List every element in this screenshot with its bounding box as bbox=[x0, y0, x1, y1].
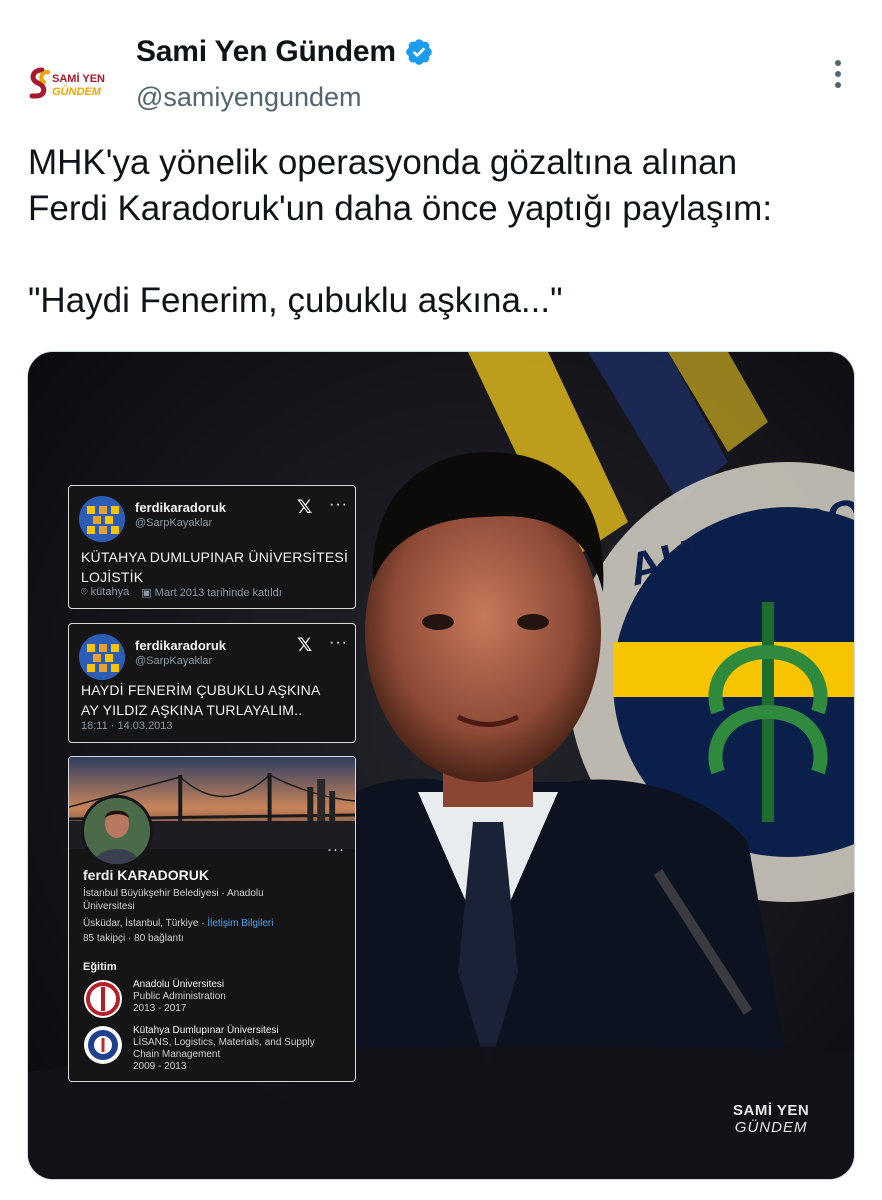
profile-location-row: Üsküdar, İstanbul, Türkiye · İletişim Bi… bbox=[83, 917, 273, 930]
connections-count: 80 bağlantı bbox=[134, 933, 184, 944]
education-heading: Eğitim bbox=[83, 961, 117, 973]
x-logo-icon: 𝕏 bbox=[297, 634, 313, 656]
followers-count: 85 takipçi bbox=[83, 933, 126, 944]
author-avatar[interactable]: SAMİ YEN GÜNDEM bbox=[22, 40, 114, 132]
education-text: Anadolu Üniversitesi Public Administrati… bbox=[133, 979, 226, 1015]
school-name: Anadolu Üniversitesi bbox=[133, 979, 225, 990]
more-vertical-icon-dot bbox=[835, 71, 841, 77]
contact-info-link: İletişim Bilgileri bbox=[207, 918, 274, 929]
card-more-icon: ··· bbox=[329, 634, 348, 651]
card-avatar bbox=[79, 496, 125, 542]
more-options-button[interactable] bbox=[818, 52, 858, 96]
watermark-line: SAMİ YEN bbox=[733, 1102, 810, 1119]
tweet-text-line: "Haydi Fenerim, çubuklu aşkına..." bbox=[28, 281, 563, 320]
tweet-media-image[interactable]: AHÇE SPOR ferdikaradoruk @SarpKayaklar 𝕏… bbox=[27, 351, 855, 1180]
name-row: Sami Yen Gündem bbox=[136, 32, 434, 72]
tweet-card-x: ferdikaradoruk @SarpKayaklar 𝕏 ··· HAYDİ… bbox=[68, 623, 356, 743]
verified-badge-icon bbox=[406, 39, 432, 65]
years-line: 2013 - 2017 bbox=[133, 1003, 187, 1014]
school-name: Kütahya Dumlupınar Üniversitesi bbox=[133, 1025, 279, 1036]
dumlupinar-university-logo-icon bbox=[84, 1026, 122, 1064]
profile-location: Üsküdar, İstanbul, Türkiye · bbox=[83, 918, 205, 929]
card-tweet-line: AY YILDIZ AŞKINA TURLAYALIM.. bbox=[81, 702, 303, 718]
profile-photo bbox=[81, 795, 153, 867]
linkedin-profile-card: ··· ferdi KARADORUK İstanbul Büyükşehir … bbox=[68, 756, 356, 1082]
anadolu-university-logo-icon bbox=[84, 980, 122, 1018]
x-logo-icon: 𝕏 bbox=[297, 496, 313, 518]
profile-headline: İstanbul Büyükşehir Belediyesi · Anadolu bbox=[83, 888, 264, 899]
years-line: 2009 - 2013 bbox=[133, 1061, 187, 1072]
calendar-icon: ▣ bbox=[141, 587, 152, 599]
education-item: Anadolu Üniversitesi Public Administrati… bbox=[83, 979, 343, 1023]
profile-headline-2: Üniversitesi bbox=[83, 901, 135, 912]
more-vertical-icon-dot bbox=[835, 82, 841, 88]
card-bio-line: LOJİSTİK bbox=[81, 569, 144, 585]
author-name[interactable]: Sami Yen Gündem bbox=[136, 35, 396, 69]
profile-name: ferdi KARADORUK bbox=[83, 867, 209, 883]
card-timestamp: 18:11 · 14.03.2013 bbox=[81, 720, 173, 732]
location-pin-icon: ⌾ bbox=[81, 586, 88, 598]
card-location: kütahya bbox=[90, 586, 130, 598]
watermark-line: GÜNDEM bbox=[734, 1119, 808, 1136]
more-vertical-icon bbox=[835, 60, 841, 66]
card-avatar bbox=[79, 634, 125, 680]
profile-stats: 85 takipçi · 80 bağlantı bbox=[83, 933, 184, 944]
card-username: ferdikaradoruk bbox=[135, 500, 227, 515]
tweet-text-line: MHK'ya yönelik operasyonda gözaltına alı… bbox=[28, 143, 738, 182]
profile-card-x: ferdikaradoruk @SarpKayaklar 𝕏 ··· KÜTAH… bbox=[68, 485, 356, 609]
card-handle: @SarpKayaklar bbox=[135, 517, 213, 529]
degree-line: LİSANS, Logistics, Materials, and Supply bbox=[133, 1037, 315, 1048]
profile-more-icon: ··· bbox=[327, 841, 345, 858]
card-username: ferdikaradoruk bbox=[135, 638, 227, 653]
card-more-icon: ··· bbox=[329, 496, 348, 513]
tweet: SAMİ YEN GÜNDEM Sami Yen Gündem @samiyen… bbox=[0, 0, 882, 1200]
joined-meta: ▣ Mart 2013 tarihinde katıldı bbox=[141, 586, 282, 599]
location-meta: ⌾ kütahya bbox=[81, 586, 129, 599]
card-bio: KÜTAHYA DUMLUPINAR ÜNİVERSİTESİ LOJİSTİK bbox=[81, 547, 348, 587]
card-bio-line: KÜTAHYA DUMLUPINAR ÜNİVERSİTESİ bbox=[81, 549, 349, 565]
degree-line: Chain Management bbox=[133, 1049, 221, 1060]
logo-text-2: GÜNDEM bbox=[52, 85, 102, 98]
education-item: Kütahya Dumlupınar Üniversitesi LİSANS, … bbox=[83, 1025, 343, 1077]
sami-yen-logo-icon: SAMİ YEN GÜNDEM bbox=[29, 67, 105, 99]
card-joined: Mart 2013 tarihinde katıldı bbox=[154, 587, 282, 599]
degree-line: Public Administration bbox=[133, 991, 226, 1002]
card-tweet-line: HAYDİ FENERİM ÇUBUKLU AŞKINA bbox=[81, 682, 321, 698]
watermark: SAMİ YEN GÜNDEM bbox=[733, 1102, 809, 1136]
author-handle[interactable]: @samiyengundem bbox=[136, 82, 434, 113]
card-meta: ⌾ kütahya ▣ Mart 2013 tarihinde katıldı bbox=[81, 586, 282, 599]
card-tweet-text: HAYDİ FENERİM ÇUBUKLU AŞKINA AY YILDIZ A… bbox=[81, 680, 321, 720]
logo-text-1: SAMİ YEN bbox=[52, 72, 105, 85]
tweet-text: MHK'ya yönelik operasyonda gözaltına alı… bbox=[28, 140, 858, 324]
author-block: Sami Yen Gündem @samiyengundem bbox=[136, 32, 434, 113]
education-text: Kütahya Dumlupınar Üniversitesi LİSANS, … bbox=[133, 1025, 315, 1073]
card-handle: @SarpKayaklar bbox=[135, 655, 213, 667]
tweet-text-line: Ferdi Karadoruk'un daha önce yaptığı pay… bbox=[28, 189, 773, 228]
